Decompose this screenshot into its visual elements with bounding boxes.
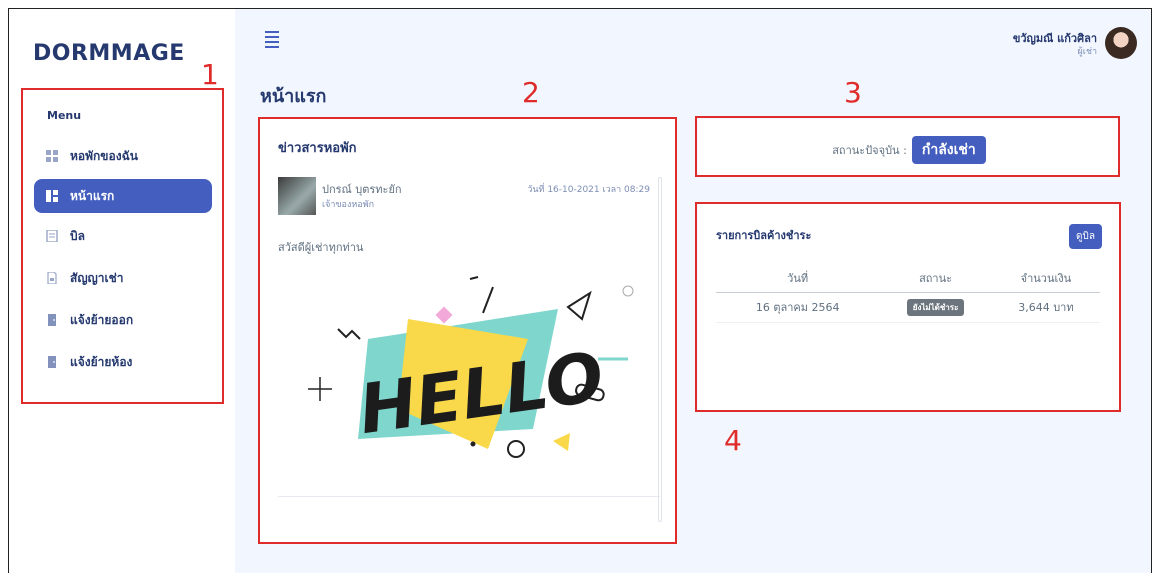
annotation-number-3: 3	[844, 76, 862, 109]
annotation-number-4: 4	[724, 424, 742, 457]
annotation-box-3	[695, 116, 1120, 177]
avatar[interactable]	[1105, 27, 1137, 59]
annotation-box-4	[695, 202, 1121, 412]
hamburger-menu-icon[interactable]	[265, 31, 279, 51]
annotation-box-1	[21, 88, 224, 404]
brand-logo[interactable]: DORMMAGE	[33, 41, 185, 66]
annotation-box-2	[258, 117, 677, 544]
annotation-number-1: 1	[201, 58, 219, 91]
user-role: ผู้เช่า	[1077, 47, 1097, 57]
page-title: หน้าแรก	[260, 86, 327, 107]
annotation-number-2: 2	[522, 76, 540, 109]
